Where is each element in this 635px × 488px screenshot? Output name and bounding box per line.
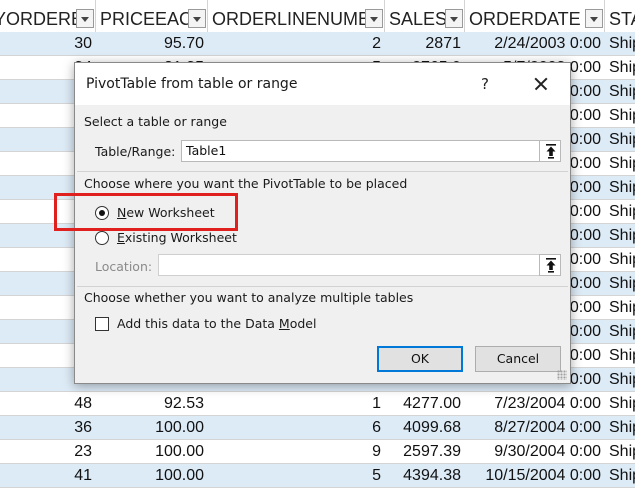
cell-sales[interactable]: 2597.39: [385, 440, 465, 463]
filter-dropdown-icon[interactable]: [445, 9, 463, 28]
cell-sales[interactable]: 4099.68: [385, 416, 465, 439]
access-key: M: [278, 316, 290, 331]
collapse-arrow-icon: [546, 144, 556, 159]
cell-status[interactable]: Ship: [605, 56, 635, 79]
section-multi-label: Choose whether you want to analyze multi…: [84, 290, 414, 305]
cell-orderid[interactable]: 36: [0, 416, 96, 439]
option-text: xisting Worksheet: [124, 230, 237, 245]
cell-sales[interactable]: 4394.38: [385, 464, 465, 487]
cell-orderline[interactable]: 6: [208, 416, 385, 439]
cell-orderid[interactable]: 23: [0, 440, 96, 463]
option-text: Add this data to the Data: [117, 316, 279, 331]
cell-priceeach[interactable]: 92.53: [96, 392, 208, 415]
cell-orderdate[interactable]: 7/23/2004 0:00: [465, 392, 605, 415]
cell-status[interactable]: Ship: [605, 128, 635, 151]
cell-status[interactable]: Ship: [605, 416, 635, 439]
cell-sales[interactable]: 4277.00: [385, 392, 465, 415]
table-row: 4892.5314277.007/23/2004 0:00Ship: [0, 392, 635, 416]
cell-status[interactable]: Ship: [605, 80, 635, 103]
ok-button[interactable]: OK: [377, 346, 463, 372]
cell-status[interactable]: Ship: [605, 392, 635, 415]
filter-dropdown-icon[interactable]: [76, 9, 94, 28]
cell-status[interactable]: Ship: [605, 344, 635, 367]
table-row: 23100.0092597.399/30/2004 0:00Ship: [0, 440, 635, 464]
cell-status[interactable]: Ship: [605, 320, 635, 343]
cancel-button[interactable]: Cancel: [475, 346, 561, 372]
cell-status[interactable]: Ship: [605, 272, 635, 295]
cell-status[interactable]: Ship: [605, 104, 635, 127]
filter-dropdown-icon[interactable]: [365, 9, 383, 28]
cell-orderdate[interactable]: 9/30/2004 0:00: [465, 440, 605, 463]
cell-orderid[interactable]: 41: [0, 464, 96, 487]
cell-priceeach[interactable]: 95.70: [96, 32, 208, 55]
divider: [77, 286, 568, 287]
table-row: 3095.70228712/24/2003 0:00Ship: [0, 32, 635, 56]
cell-status[interactable]: Ship: [605, 152, 635, 175]
dialog-title: PivotTable from table or range: [86, 76, 298, 92]
cell-orderline[interactable]: 2: [208, 32, 385, 55]
cell-orderid[interactable]: 48: [0, 392, 96, 415]
cell-status[interactable]: Ship: [605, 440, 635, 463]
data-model-label[interactable]: Add this data to the Data Model: [117, 316, 316, 331]
cell-orderdate[interactable]: 2/24/2003 0:00: [465, 32, 605, 55]
table-range-label: Table/Range:: [95, 144, 176, 159]
cell-orderid[interactable]: 30: [0, 32, 96, 55]
cell-status[interactable]: Ship: [605, 224, 635, 247]
filter-dropdown-icon[interactable]: [188, 9, 206, 28]
section-select-label: Select a table or range: [84, 114, 227, 129]
cell-orderline[interactable]: 9: [208, 440, 385, 463]
cell-orderdate[interactable]: 8/27/2004 0:00: [465, 416, 605, 439]
range-picker-button[interactable]: [539, 140, 561, 162]
cell-status[interactable]: Ship: [605, 296, 635, 319]
location-picker-button[interactable]: [539, 254, 561, 276]
table-range-input[interactable]: Table1: [181, 140, 540, 162]
help-button[interactable]: ?: [473, 72, 497, 96]
existing-worksheet-label[interactable]: Existing Worksheet: [117, 230, 237, 245]
cell-orderline[interactable]: 5: [208, 464, 385, 487]
table-row: 36100.0064099.688/27/2004 0:00Ship: [0, 416, 635, 440]
cell-status[interactable]: Ship: [605, 176, 635, 199]
cell-orderdate[interactable]: 10/15/2004 0:00: [465, 464, 605, 487]
cell-status[interactable]: Ship: [605, 248, 635, 271]
section-place-label: Choose where you want the PivotTable to …: [84, 176, 408, 191]
close-icon[interactable]: [529, 72, 553, 96]
table-row: 41100.0054394.3810/15/2004 0:00Ship: [0, 464, 635, 488]
option-text: odel: [289, 316, 317, 331]
cell-priceeach[interactable]: 100.00: [96, 416, 208, 439]
cell-status[interactable]: Ship: [605, 200, 635, 223]
divider: [77, 171, 568, 172]
filter-dropdown-icon[interactable]: [585, 9, 603, 28]
cell-orderline[interactable]: 1: [208, 392, 385, 415]
existing-worksheet-radio[interactable]: [95, 231, 109, 245]
cell-status[interactable]: Ship: [605, 368, 635, 391]
location-input[interactable]: [158, 254, 540, 276]
highlight-box: [54, 193, 238, 231]
cell-priceeach[interactable]: 100.00: [96, 440, 208, 463]
collapse-arrow-icon: [546, 258, 556, 273]
cell-status[interactable]: Ship: [605, 464, 635, 487]
resize-grip-icon[interactable]: [557, 370, 567, 380]
cell-sales[interactable]: 2871: [385, 32, 465, 55]
cell-priceeach[interactable]: 100.00: [96, 464, 208, 487]
location-label: Location:: [95, 259, 153, 274]
dialog-title-bar[interactable]: PivotTable from table or range ?: [75, 63, 570, 105]
access-key: E: [117, 230, 125, 245]
data-model-checkbox[interactable]: [95, 317, 109, 331]
cell-status[interactable]: Ship: [605, 32, 635, 55]
